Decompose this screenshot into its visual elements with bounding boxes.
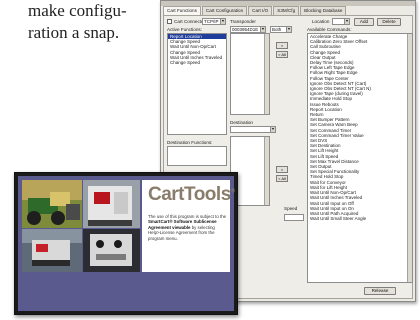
available-commands-list[interactable]: Accelerate Charge Calibration Zero Steer … <box>307 33 413 283</box>
transponder-select[interactable]: 0003954D1E ▼ <box>230 26 266 33</box>
logo-text: CartTools <box>148 184 231 205</box>
chevron-down-icon: ▼ <box>286 27 291 32</box>
product-photos-image <box>22 180 140 272</box>
add-button[interactable]: Add <box>354 18 374 26</box>
delete-button[interactable]: Delete <box>377 18 401 26</box>
location-label: Location <box>312 19 330 24</box>
chevron-down-icon: ▼ <box>220 19 225 24</box>
list-item[interactable]: Change Speed <box>168 60 226 65</box>
scrollbar[interactable] <box>264 137 269 205</box>
product-photo-collage <box>22 180 140 272</box>
port-select[interactable]: TCP/IP ▼ <box>202 18 226 25</box>
brand-pane: CartTools® The use of this program is su… <box>142 180 235 272</box>
transponder-value: 0003954D1E <box>232 27 259 32</box>
speed-input[interactable] <box>284 214 304 221</box>
tab-cart-configuration[interactable]: Cart Configuration <box>201 6 248 15</box>
trademark-mark: ® <box>230 188 235 195</box>
direction-select[interactable]: Both ▼ <box>270 26 292 33</box>
intro-line-2: ration a snap. <box>28 23 120 42</box>
tab-s3m-cfg[interactable]: S3M/Cfg <box>273 6 300 15</box>
move-all-left-button[interactable]: < All <box>276 175 288 182</box>
splash-background: CartTools® The use of this program is su… <box>18 176 235 311</box>
tab-cart-functions[interactable]: Cart Functions <box>163 6 201 15</box>
destination-functions-list[interactable] <box>167 146 227 166</box>
destination-functions-label: Destination Functions: <box>167 140 213 145</box>
move-all-right-button[interactable]: > All <box>276 51 288 58</box>
move-left-button[interactable]: < <box>276 166 288 173</box>
chevron-down-icon: ▼ <box>344 19 349 24</box>
license-text-1: The use of this program is subject to th… <box>148 214 227 219</box>
transponder-label: Transponder <box>230 19 256 24</box>
license-notice: The use of this program is subject to th… <box>148 214 230 241</box>
cart-connected-checkbox[interactable] <box>167 19 172 24</box>
active-functions-label: Active Functions: <box>167 27 202 32</box>
list-item[interactable]: Wait Until Small Steer Angle <box>308 216 412 221</box>
destination-select[interactable]: ▼ <box>230 126 276 133</box>
intro-text: make configu- ration a snap. <box>28 0 168 44</box>
tab-strip: Cart Functions Cart Configuration Cart I… <box>163 6 347 15</box>
intro-line-1: make configu- <box>28 1 127 20</box>
speed-label: Speed <box>284 206 298 211</box>
scrollbar[interactable] <box>264 34 269 114</box>
location-select[interactable]: ▼ <box>332 18 350 25</box>
move-right-button[interactable]: > <box>276 42 288 49</box>
chevron-down-icon: ▼ <box>270 127 275 132</box>
active-functions-list[interactable]: Report Location Change Speed Wait Until No… <box>167 33 227 135</box>
direction-value: Both <box>272 27 282 32</box>
release-button[interactable]: Release <box>364 287 396 295</box>
tab-blocking-database[interactable]: Blocking Database <box>300 6 347 15</box>
available-commands-label: Available Commands: <box>307 27 352 32</box>
tab-cart-io[interactable]: Cart I/O <box>248 6 273 15</box>
splash-window: CartTools® The use of this program is su… <box>14 172 238 315</box>
destination-label: Destination <box>230 120 253 125</box>
parameter-list[interactable] <box>230 33 270 115</box>
chevron-down-icon: ▼ <box>260 27 265 32</box>
port-value: TCP/IP <box>204 19 219 24</box>
carttools-logo: CartTools® <box>148 184 235 206</box>
scrollbar[interactable] <box>407 34 412 282</box>
